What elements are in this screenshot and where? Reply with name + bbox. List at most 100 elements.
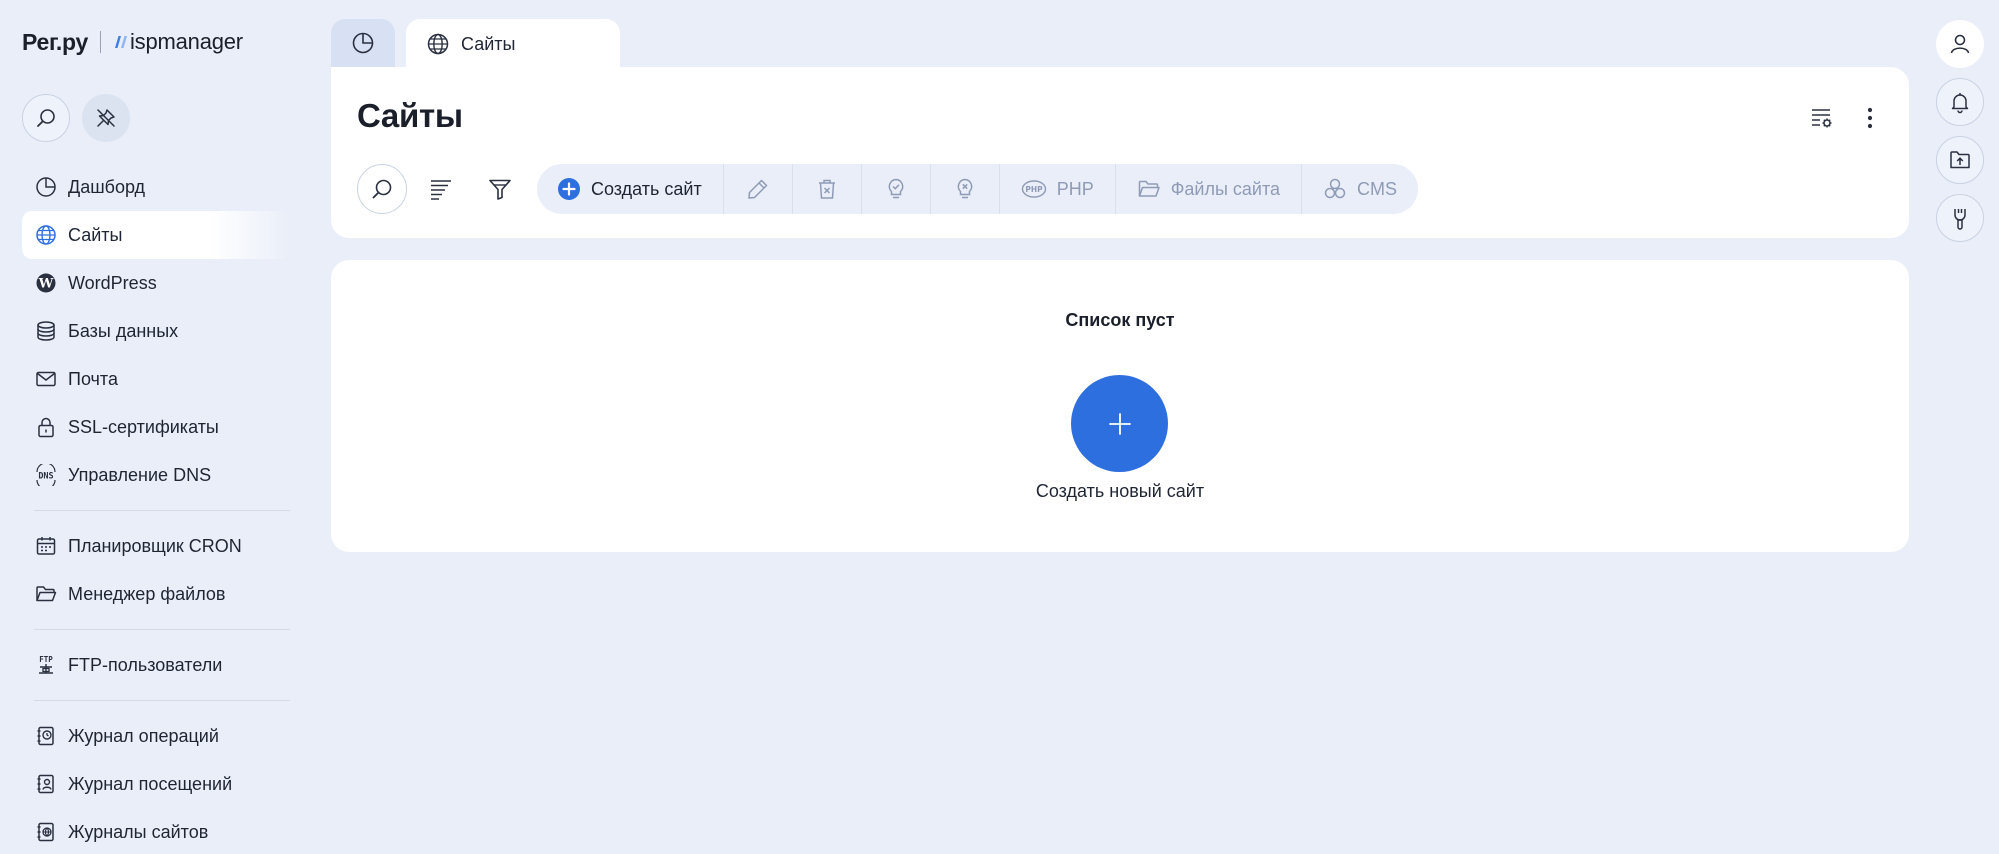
enable-button[interactable]: [860, 164, 930, 214]
create-new-site-label[interactable]: Создать новый сайт: [331, 481, 1909, 502]
disable-button[interactable]: [929, 164, 999, 214]
svg-text:PHP: PHP: [1025, 185, 1043, 194]
sidebar-item-databases[interactable]: Базы данных: [22, 307, 292, 355]
user-menu-button[interactable]: [1936, 20, 1984, 68]
global-search-button[interactable]: [22, 94, 70, 142]
sort-icon: [431, 180, 451, 200]
page-title: Сайты: [357, 97, 463, 134]
empty-list-message: Список пуст: [1065, 310, 1175, 330]
sidebar-item-label: FTP-пользователи: [68, 654, 223, 675]
globe-icon: [427, 33, 449, 55]
log-globe-icon: [34, 820, 58, 844]
sidebar-item-mail[interactable]: Почта: [22, 355, 292, 403]
user-icon: [1950, 34, 1970, 54]
cms-label: CMS: [1357, 178, 1398, 199]
sidebar-item-label: Менеджер файлов: [68, 583, 226, 604]
logo[interactable]: Рег.ру ispmanager: [22, 26, 243, 58]
sidebar-divider: [34, 629, 290, 630]
sidebar-item-wordpress[interactable]: W WordPress: [22, 259, 292, 307]
sites-list: Список пуст Создать новый сайт: [331, 260, 1909, 552]
more-vertical-icon: [1867, 107, 1873, 129]
sidebar-item-label: Почта: [68, 368, 118, 389]
create-site-button[interactable]: Создать сайт: [537, 164, 723, 214]
folder-icon: [34, 582, 58, 606]
sort-button[interactable]: [416, 164, 466, 214]
trash-icon: [818, 179, 835, 199]
create-new-site-button[interactable]: [1071, 375, 1168, 472]
site-files-label: Файлы сайта: [1170, 178, 1281, 199]
sidebar-item-ssl[interactable]: SSL-сертификаты: [22, 403, 292, 451]
sidebar-item-dns[interactable]: DNS Управление DNS: [22, 451, 292, 499]
svg-text:W: W: [38, 277, 54, 292]
bulb-on-icon: [888, 178, 904, 199]
filter-icon: [489, 179, 511, 200]
dashboard-icon: [34, 175, 58, 199]
cms-button[interactable]: CMS: [1301, 164, 1418, 214]
sidebar-item-dashboard[interactable]: Дашборд: [22, 163, 292, 211]
bell-icon: [1951, 93, 1969, 114]
wordpress-icon: W: [34, 271, 58, 295]
sidebar-item-label: Базы данных: [68, 320, 179, 341]
bulb-off-icon: [957, 178, 973, 199]
sidebar-divider: [34, 510, 290, 511]
tools-button[interactable]: [1936, 194, 1984, 242]
sidebar-item-label: Дашборд: [68, 176, 146, 197]
sidebar-item-label: WordPress: [68, 272, 157, 293]
tab-sites[interactable]: Сайты: [406, 19, 620, 69]
tab-dashboard[interactable]: [331, 19, 395, 67]
table-settings-icon: [1812, 109, 1832, 128]
ispmanager-logo-icon: [112, 35, 127, 49]
folder-icon: [1138, 180, 1160, 197]
log-user-icon: [34, 772, 58, 796]
toolbar: Создать сайт PHP PHP Файлы сайта CMS: [357, 164, 1419, 214]
sidebar-item-label: Журналы сайтов: [68, 821, 209, 842]
tab-label: Сайты: [461, 33, 516, 54]
logo-product: ispmanager: [129, 29, 243, 54]
notifications-button[interactable]: [1936, 78, 1984, 126]
sidebar-item-label: Управление DNS: [68, 464, 212, 485]
ftp-icon: FTP: [34, 653, 58, 677]
sidebar-divider: [34, 700, 290, 701]
filter-button[interactable]: [475, 164, 525, 214]
search-icon: [37, 109, 55, 127]
sidebar-item-label: SSL-сертификаты: [68, 416, 219, 437]
mail-icon: [34, 367, 58, 391]
sidebar-item-visits-log[interactable]: Журнал посещений: [22, 760, 292, 808]
delete-button[interactable]: [791, 164, 861, 214]
more-options-button[interactable]: [1855, 103, 1885, 133]
svg-text:DNS: DNS: [38, 472, 53, 482]
php-icon: PHP: [1021, 180, 1046, 198]
edit-button[interactable]: [722, 164, 792, 214]
sidebar-item-site-logs[interactable]: Журналы сайтов: [22, 808, 292, 854]
php-label: PHP: [1056, 178, 1094, 199]
pin-menu-button[interactable]: [82, 94, 130, 142]
site-files-button[interactable]: Файлы сайта: [1114, 164, 1301, 214]
sidebar-item-label: Сайты: [68, 224, 123, 245]
sidebar-item-file-manager[interactable]: Менеджер файлов: [22, 570, 292, 618]
logo-separator: [99, 31, 101, 53]
upload-button[interactable]: [1936, 136, 1984, 184]
sidebar-item-sites[interactable]: Сайты: [22, 211, 292, 259]
pencil-icon: [747, 179, 767, 199]
database-icon: [34, 319, 58, 343]
table-search-button[interactable]: [357, 164, 407, 214]
sidebar-item-cron[interactable]: Планировщик CRON: [22, 522, 292, 570]
lock-icon: [34, 415, 58, 439]
create-site-label: Создать сайт: [591, 178, 702, 199]
sidebar-item-label: Журнал посещений: [68, 773, 233, 794]
php-button[interactable]: PHP PHP: [998, 164, 1115, 214]
table-settings-button[interactable]: [1807, 103, 1837, 133]
unpin-icon: [97, 109, 115, 127]
action-bar: Создать сайт PHP PHP Файлы сайта CMS: [537, 164, 1419, 214]
page-header: Сайты Создать сайт PHP PHP Файлы сайта C…: [331, 67, 1909, 238]
sidebar-item-ftp-users[interactable]: FTP FTP-пользователи: [22, 641, 292, 689]
sidebar-item-label: Журнал операций: [68, 725, 219, 746]
sidebar-item-operations-log[interactable]: Журнал операций: [22, 712, 292, 760]
calendar-icon: [34, 534, 58, 558]
svg-text:FTP: FTP: [39, 655, 53, 664]
sidebar-nav: Дашборд Сайты W WordPress Базы данных По…: [22, 163, 292, 854]
sidebar: Рег.ру ispmanager Дашборд Сайты W WordPr…: [0, 0, 300, 854]
sidebar-item-label: Планировщик CRON: [68, 535, 242, 556]
dns-icon: DNS: [34, 463, 58, 487]
globe-icon: [34, 223, 58, 247]
